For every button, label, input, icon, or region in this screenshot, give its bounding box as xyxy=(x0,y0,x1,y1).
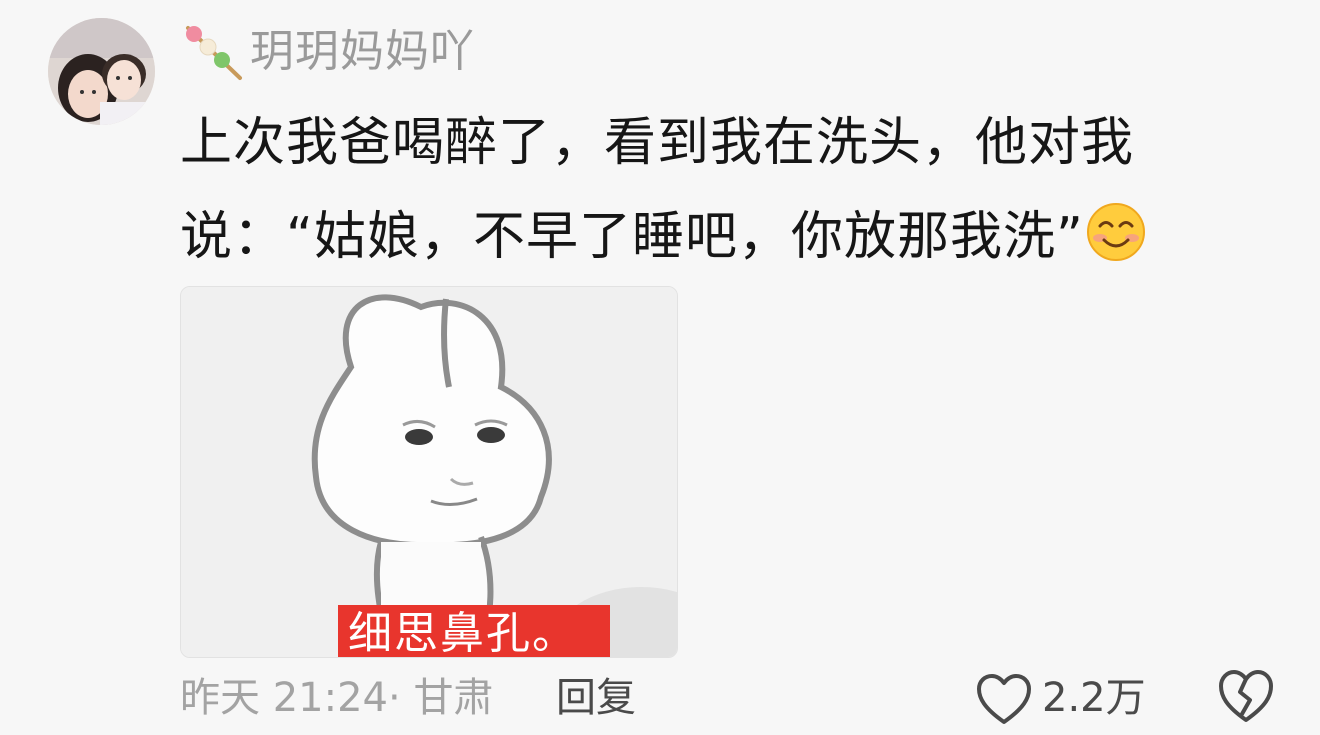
location: 甘肃 xyxy=(413,675,494,721)
comment-meta: 昨天 21:24· 甘肃 xyxy=(180,670,493,726)
heart-outline-icon xyxy=(977,674,1031,724)
avatar[interactable] xyxy=(48,18,155,125)
smiling-face-icon xyxy=(1086,203,1145,261)
rabbit-meme-image xyxy=(181,287,677,657)
comment-item: 玥玥妈妈吖 上次我爸喝醉了，看到我在洗头，他对我 说：“姑娘，不早了睡吧，你放那… xyxy=(0,0,1320,735)
meme-caption: 细思鼻孔。 xyxy=(338,605,610,657)
timestamp: 昨天 21:24 xyxy=(180,675,388,721)
meta-separator: · xyxy=(388,675,401,721)
comment-line-2-text: 说：“姑娘，不早了睡吧，你放那我洗” xyxy=(180,207,1084,267)
username[interactable]: 玥玥妈妈吖 xyxy=(250,22,475,82)
comment-image[interactable]: 细思鼻孔。 xyxy=(180,286,678,658)
like-count: 2.2万 xyxy=(1042,675,1146,721)
broken-heart-icon[interactable] xyxy=(1218,670,1274,724)
comment-line-2: 说：“姑娘，不早了睡吧，你放那我洗” xyxy=(180,190,1230,284)
comment-line-1: 上次我爸喝醉了，看到我在洗头，他对我 xyxy=(180,113,1135,173)
comment-text: 上次我爸喝醉了，看到我在洗头，他对我 说：“姑娘，不早了睡吧，你放那我洗” xyxy=(180,96,1230,284)
reply-button[interactable]: 回复 xyxy=(556,670,636,726)
candy-skewer-icon xyxy=(186,26,242,80)
